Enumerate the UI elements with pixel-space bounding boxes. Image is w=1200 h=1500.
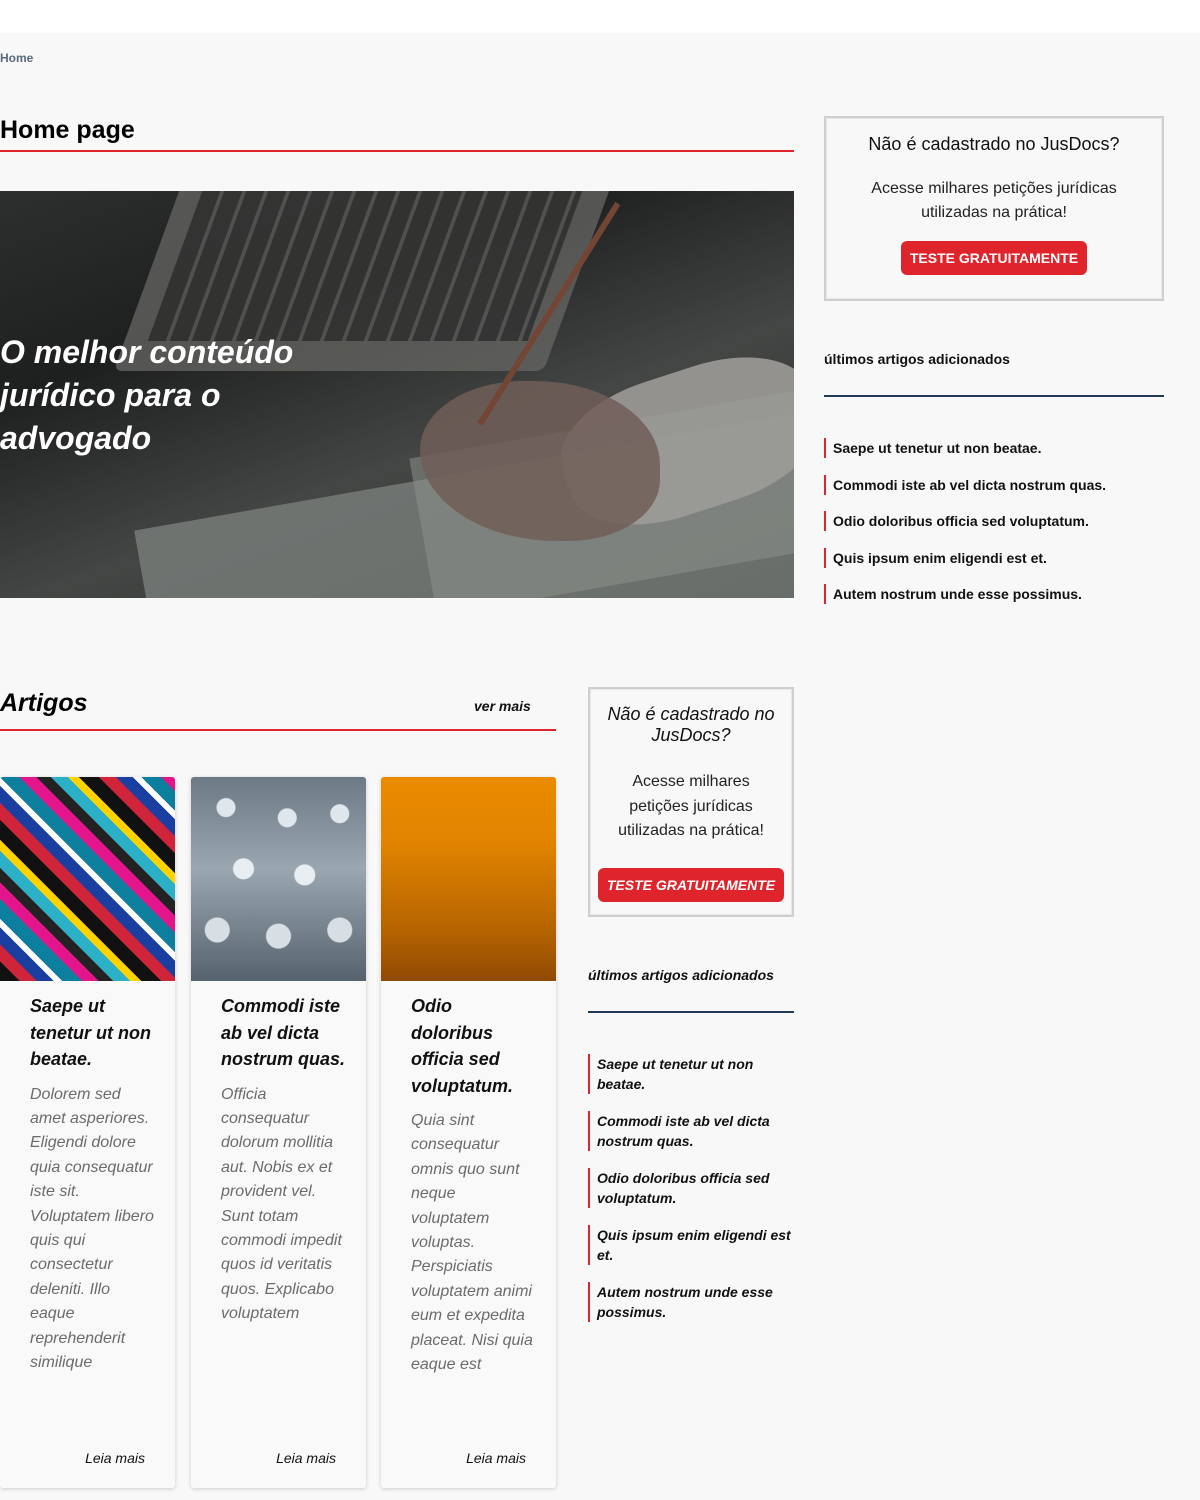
cta-title: Não é cadastrado no JusDocs?: [868, 134, 1120, 154]
signup-cta-inline: Não é cadastrado no JusDocs? Acesse milh…: [588, 687, 794, 917]
cta-text: Acesse milhares petições jurídicas utili…: [871, 180, 1117, 221]
latest-articles-heading: últimos artigos adicionados: [824, 351, 1010, 367]
latest-article-link[interactable]: Commodi iste ab vel dicta nostrum quas.: [824, 474, 1164, 495]
latest-article-link[interactable]: Saepe ut tenetur ut non beatae.: [824, 438, 1164, 458]
latest-article-link[interactable]: Odio doloribus officia sed voluptatum.: [824, 511, 1164, 531]
latest-article-link[interactable]: Quis ipsum enim eligendi est et.: [824, 547, 1164, 568]
latest-article-link[interactable]: Commodi iste ab vel dicta nostrum quas.: [588, 1111, 794, 1151]
latest-article-link[interactable]: Autem nostrum unde esse possimus.: [588, 1282, 794, 1322]
read-more-link[interactable]: Leia mais: [466, 1450, 526, 1466]
latest-articles-list: Saepe ut tenetur ut non beatae. Commodi …: [588, 1054, 794, 1339]
free-trial-button[interactable]: TESTE GRATUITAMENTE: [900, 241, 1088, 275]
latest-article-link[interactable]: Autem nostrum unde esse possimus.: [824, 584, 1164, 604]
latest-article-link[interactable]: Odio doloribus officia sed voluptatum.: [588, 1168, 794, 1208]
read-more-link[interactable]: Leia mais: [276, 1450, 336, 1466]
latest-articles-divider: [824, 395, 1164, 397]
signup-cta-sidebar: Não é cadastrado no JusDocs? Acesse milh…: [824, 116, 1164, 301]
article-title[interactable]: Odio doloribus officia sed voluptatum.: [411, 993, 538, 1099]
article-card[interactable]: Odio doloribus officia sed voluptatum. Q…: [381, 777, 556, 1488]
article-title[interactable]: Commodi iste ab vel dicta nostrum quas.: [221, 993, 348, 1073]
article-excerpt: Quia sint consequatur omnis quo sunt neq…: [411, 1112, 533, 1374]
article-title[interactable]: Saepe ut tenetur ut non beatae.: [30, 993, 157, 1073]
read-more-link[interactable]: Leia mais: [85, 1450, 145, 1466]
articles-section-title: Artigos: [0, 689, 88, 717]
title-divider: [0, 150, 794, 152]
hero-title: O melhor conteúdo jurídico para o advoga…: [0, 334, 294, 456]
top-bar: [0, 0, 1200, 33]
free-trial-button[interactable]: TESTE GRATUITAMENTE: [597, 867, 785, 902]
latest-articles-list: Saepe ut tenetur ut non beatae. Commodi …: [824, 438, 1164, 621]
latest-article-link[interactable]: Quis ipsum enim eligendi est et.: [588, 1225, 794, 1265]
see-more-link[interactable]: ver mais: [474, 698, 531, 714]
latest-articles-divider: [588, 1011, 794, 1013]
latest-article-link[interactable]: Saepe ut tenetur ut non beatae.: [588, 1054, 794, 1094]
cta-title: Não é cadastrado no JusDocs?: [607, 704, 775, 745]
article-card[interactable]: Saepe ut tenetur ut non beatae. Dolorem …: [0, 777, 175, 1488]
article-card[interactable]: Commodi iste ab vel dicta nostrum quas. …: [191, 777, 366, 1488]
article-thumbnail[interactable]: [0, 777, 175, 981]
latest-articles-heading: últimos artigos adicionados: [588, 967, 774, 983]
article-thumbnail[interactable]: [191, 777, 366, 981]
article-thumbnail[interactable]: [381, 777, 556, 981]
breadcrumb-home[interactable]: Home: [0, 51, 33, 65]
articles-divider: [0, 729, 556, 731]
cta-text: Acesse milhares petições jurídicas utili…: [618, 773, 764, 839]
page-title: Home page: [0, 116, 135, 144]
article-excerpt: Officia consequatur dolorum mollitia aut…: [221, 1085, 342, 1323]
article-excerpt: Dolorem sed amet asperiores. Eligendi do…: [30, 1085, 154, 1371]
